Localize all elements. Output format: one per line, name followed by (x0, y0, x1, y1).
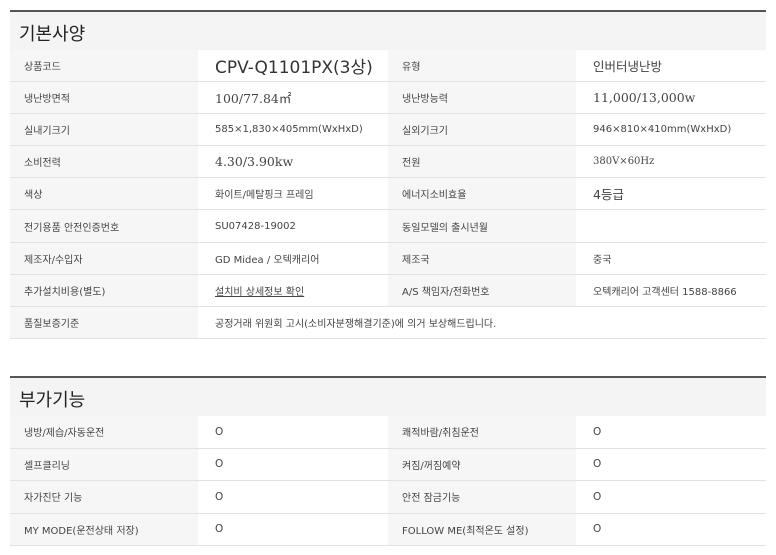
spec-value-indoor-size: 585×1,830×405mm(WxHxD) (198, 113, 388, 147)
spec-label-power-consumption: 소비전력 (10, 145, 198, 179)
spec-value-power-consumption: 4.30/3.90kw (198, 145, 388, 179)
spec-label-warranty: 품질보증기준 (10, 306, 198, 339)
table-row: MY MODE(운전상태 저장) O FOLLOW ME(최적온도 설정) O (10, 513, 766, 546)
spec-label-color: 색상 (10, 177, 198, 211)
function-label-cool-dry-auto: 냉방/제습/자동운전 (10, 416, 198, 449)
table-row: 냉난방면적 100/77.84㎡ 냉난방능력 11,000/13,000w (10, 81, 766, 115)
function-label-self-diagnosis: 자가진단 기능 (10, 480, 198, 514)
table-row: 제조자/수입자 GD Midea / 오텍캐리어 제조국 중국 (10, 242, 766, 275)
table-row: 실내기크기 585×1,830×405mm(WxHxD) 실외기크기 946×8… (10, 113, 766, 147)
table-row: 전기용품 안전인증번호 SU07428-19002 동일모델의 출시년월 (10, 209, 766, 243)
spec-value-release-date (576, 209, 766, 243)
function-label-timer: 켜짐/꺼짐예약 (388, 448, 576, 481)
basic-spec-header: 기본사양 (10, 10, 766, 50)
spec-label-energy-efficiency: 에너지소비효율 (388, 177, 576, 211)
function-value-timer: O (576, 448, 766, 481)
function-label-my-mode: MY MODE(운전상태 저장) (10, 513, 198, 546)
table-row: 자가진단 기능 O 안전 잠금기능 O (10, 480, 766, 514)
table-row: 셀프클리닝 O 켜짐/꺼짐예약 O (10, 448, 766, 481)
spec-value-type: 인버터냉난방 (576, 50, 766, 83)
spec-value-power-supply: 380V×60Hz (576, 145, 766, 179)
functions-header: 부가기능 (10, 376, 766, 416)
function-value-my-mode: O (198, 513, 388, 546)
function-value-follow-me: O (576, 513, 766, 546)
spec-label-power-supply: 전원 (388, 145, 576, 179)
basic-spec-table: 상품코드 CPV-Q1101PX(3상) 유형 인버터냉난방 냉난방면적 100… (10, 50, 766, 339)
spec-label-country: 제조국 (388, 242, 576, 275)
spec-label-capacity: 냉난방능력 (388, 81, 576, 115)
spec-label-as-contact: A/S 책임자/전화번호 (388, 274, 576, 307)
spec-label-product-code: 상품코드 (10, 50, 198, 83)
spec-label-install-cost: 추가설치비용(별도) (10, 274, 198, 307)
spec-value-warranty: 공정거래 위원회 고시(소비자분쟁해결기준)에 의거 보상해드립니다. (198, 306, 766, 339)
function-value-self-cleaning: O (198, 448, 388, 481)
spec-value-safety-cert: SU07428-19002 (198, 209, 388, 243)
spec-value-area: 100/77.84㎡ (198, 81, 388, 115)
function-value-safety-lock: O (576, 480, 766, 514)
functions-table: 냉방/제습/자동운전 O 쾌적바람/취침운전 O 셀프클리닝 O 켜짐/꺼짐예약… (10, 416, 766, 546)
function-label-self-cleaning: 셀프클리닝 (10, 448, 198, 481)
spec-label-release-date: 동일모델의 출시년월 (388, 209, 576, 243)
spec-label-safety-cert: 전기용품 안전인증번호 (10, 209, 198, 243)
function-label-follow-me: FOLLOW ME(최적온도 설정) (388, 513, 576, 546)
spec-label-type: 유형 (388, 50, 576, 83)
spec-value-color: 화이트/메탈핑크 프레임 (198, 177, 388, 211)
function-label-safety-lock: 안전 잠금기능 (388, 480, 576, 514)
table-row: 상품코드 CPV-Q1101PX(3상) 유형 인버터냉난방 (10, 50, 766, 83)
table-row: 색상 화이트/메탈핑크 프레임 에너지소비효율 4등급 (10, 177, 766, 211)
spec-value-capacity: 11,000/13,000w (576, 81, 766, 115)
basic-spec-title: 기본사양 (19, 24, 86, 45)
spec-label-manufacturer: 제조자/수입자 (10, 242, 198, 275)
spec-value-energy-efficiency: 4등급 (576, 177, 766, 211)
table-row: 냉방/제습/자동운전 O 쾌적바람/취침운전 O (10, 416, 766, 449)
spec-label-area: 냉난방면적 (10, 81, 198, 115)
install-cost-detail-link[interactable]: 설치비 상세정보 확인 (198, 274, 388, 307)
spec-value-product-code: CPV-Q1101PX(3상) (198, 50, 388, 83)
spec-label-outdoor-size: 실외기크기 (388, 113, 576, 147)
function-value-cool-dry-auto: O (198, 416, 388, 449)
function-label-comfort-sleep: 쾌적바람/취침운전 (388, 416, 576, 449)
table-row: 추가설치비용(별도) 설치비 상세정보 확인 A/S 책임자/전화번호 오텍캐리… (10, 274, 766, 307)
spec-value-manufacturer: GD Midea / 오텍캐리어 (198, 242, 388, 275)
function-value-comfort-sleep: O (576, 416, 766, 449)
spec-value-country: 중국 (576, 242, 766, 275)
functions-title: 부가기능 (19, 390, 86, 411)
table-row: 품질보증기준 공정거래 위원회 고시(소비자분쟁해결기준)에 의거 보상해드립니… (10, 306, 766, 339)
table-row: 소비전력 4.30/3.90kw 전원 380V×60Hz (10, 145, 766, 179)
spec-label-indoor-size: 실내기크기 (10, 113, 198, 147)
spec-value-as-contact: 오텍캐리어 고객센터 1588-8866 (576, 274, 766, 307)
spec-value-outdoor-size: 946×810×410mm(WxHxD) (576, 113, 766, 147)
function-value-self-diagnosis: O (198, 480, 388, 514)
